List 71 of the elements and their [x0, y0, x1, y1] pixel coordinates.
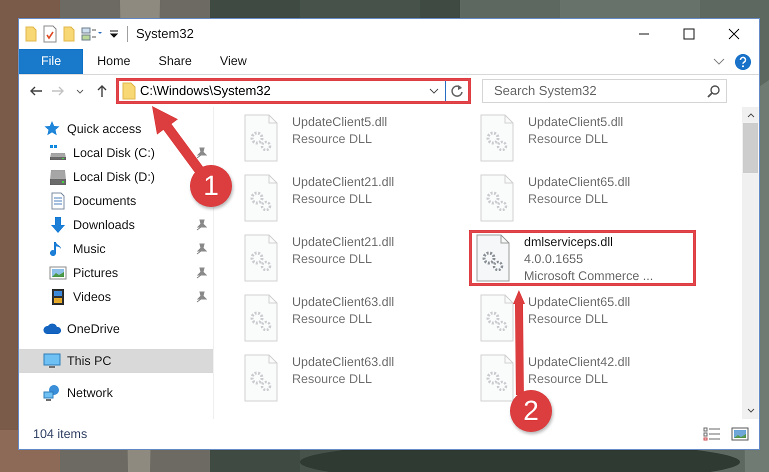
- address-field[interactable]: C:\Windows\System32: [116, 78, 471, 104]
- download-arrow-icon: [49, 216, 67, 234]
- file-details: Resource DLL: [292, 191, 373, 208]
- ribbon-tab[interactable]: Home: [83, 49, 144, 74]
- file-name[interactable]: UpdateClient65.dll: [528, 174, 630, 191]
- drive-icon: [49, 144, 67, 162]
- maximize-icon: [682, 28, 694, 40]
- back-arrow-icon: [29, 84, 43, 98]
- file-details: Resource DLL: [528, 311, 609, 328]
- file-details: Resource DLL: [292, 371, 373, 388]
- properties-icon[interactable]: [43, 25, 57, 43]
- search-field[interactable]: Search System32: [482, 79, 727, 103]
- file-details: Resource DLL: [528, 191, 609, 208]
- sidebar-item[interactable]: Downloads: [19, 213, 213, 237]
- file-name[interactable]: UpdateClient63.dll: [292, 294, 394, 311]
- refresh-icon[interactable]: [450, 84, 464, 98]
- drive-icon: [49, 168, 67, 186]
- file-details: Resource DLL: [528, 371, 609, 388]
- sidebar-item[interactable]: Local Disk (C:): [19, 141, 213, 165]
- sidebar-item[interactable]: Documents: [19, 189, 142, 213]
- forward-arrow-icon: [51, 84, 65, 98]
- sidebar-item[interactable]: Pictures: [19, 261, 213, 285]
- file-name[interactable]: UpdateClient63.dll: [292, 354, 394, 371]
- folder-icon[interactable]: [25, 26, 37, 42]
- new-folder-icon[interactable]: [63, 26, 75, 42]
- document-icon: [49, 192, 67, 210]
- file-item[interactable]: dmlserviceps.dll 4.0.0.1655 Microsoft Commerce ...: [472, 233, 694, 283]
- ribbon-tab[interactable]: View: [206, 49, 261, 74]
- picture-icon: [49, 264, 67, 282]
- ribbon-tab[interactable]: Share: [144, 49, 206, 74]
- film-icon: [49, 288, 67, 306]
- ribbon-tab[interactable]: File: [19, 49, 84, 74]
- file-name[interactable]: UpdateClient65.dll: [528, 294, 630, 311]
- file-details: Resource DLL: [528, 131, 609, 148]
- sidebar-item[interactable]: Local Disk (D:): [19, 165, 161, 189]
- star-icon: [43, 120, 61, 138]
- up-arrow-icon: [95, 84, 109, 98]
- window-title: System32: [136, 25, 195, 44]
- file-name[interactable]: UpdateClient42.dll: [528, 354, 630, 371]
- sidebar-item[interactable]: Videos: [19, 285, 213, 309]
- network-icon: [43, 384, 61, 402]
- expand-ribbon-icon[interactable]: [713, 58, 725, 66]
- scrollbar-thumb[interactable]: [743, 123, 758, 173]
- item-count: 104 items: [33, 426, 88, 443]
- file-details: Microsoft Commerce ...: [524, 268, 654, 285]
- monitor-icon: [43, 352, 61, 370]
- file-name[interactable]: UpdateClient21.dll: [292, 234, 394, 251]
- folder-icon: [122, 82, 136, 100]
- sidebar-item[interactable]: Music: [19, 237, 213, 261]
- sidebar-item[interactable]: OneDrive: [19, 317, 126, 341]
- sidebar-item[interactable]: Network: [19, 381, 119, 405]
- file-details: Resource DLL: [292, 311, 373, 328]
- sidebar-item[interactable]: Quick access: [19, 117, 148, 141]
- file-name[interactable]: dmlserviceps.dll: [524, 234, 654, 251]
- help-icon[interactable]: [735, 54, 751, 70]
- address-input[interactable]: C:\Windows\System32: [136, 81, 423, 101]
- customize-caret-icon[interactable]: [109, 29, 119, 39]
- dll-file-icon[interactable]: [476, 234, 510, 282]
- large-icons-view-icon[interactable]: [731, 427, 749, 441]
- file-details: 4.0.0.1655: [524, 251, 584, 268]
- dropdown-caret-icon[interactable]: [429, 87, 439, 95]
- file-name[interactable]: UpdateClient5.dll: [528, 114, 624, 131]
- view-icon[interactable]: [81, 27, 103, 41]
- search-icon: [707, 84, 720, 98]
- file-details: Resource DLL: [292, 251, 373, 268]
- file-details: Resource DLL: [292, 131, 373, 148]
- details-view-icon[interactable]: [703, 427, 721, 441]
- close-icon: [728, 28, 740, 40]
- file-name[interactable]: UpdateClient5.dll: [292, 114, 388, 131]
- file-name[interactable]: UpdateClient21.dll: [292, 174, 394, 191]
- sidebar-item[interactable]: This PC: [19, 349, 213, 373]
